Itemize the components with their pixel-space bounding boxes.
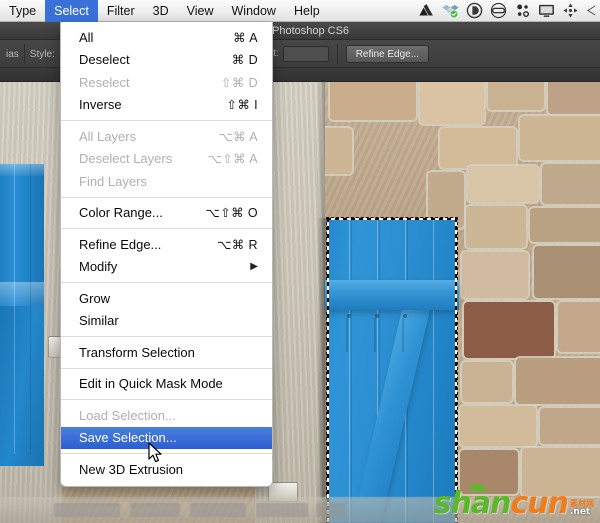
menu-shortcut: ⇧⌘ I <box>226 98 258 113</box>
watermark-cun: cun <box>510 486 569 521</box>
menu-row-color-range[interactable]: Color Range... ⌥⇧⌘ O <box>61 202 272 225</box>
menu-separator <box>61 336 272 337</box>
menu-item-filter[interactable]: Filter <box>98 0 144 22</box>
menu-label: Similar <box>79 313 119 329</box>
menu-label: Deselect <box>79 52 130 68</box>
menu-label: Refine Edge... <box>79 236 162 252</box>
menu-shortcut: ⌥⌘ A <box>218 129 258 144</box>
menu-shortcut: ⌥⇧⌘ O <box>205 206 258 221</box>
menu-row-all-layers: All Layers ⌥⌘ A <box>61 125 272 148</box>
menu-shortcut: ⇧⌘ D <box>220 75 258 90</box>
menu-label: Transform Selection <box>79 344 195 360</box>
dropbox-icon[interactable] <box>442 2 459 19</box>
options-separator <box>336 43 338 64</box>
menu-row-reselect: Reselect ⇧⌘ D <box>61 71 272 94</box>
height-input[interactable] <box>282 45 329 62</box>
shutter-diagonal-brace <box>344 310 430 523</box>
menu-item-view[interactable]: View <box>178 0 223 22</box>
menubar-spacer <box>329 0 418 21</box>
menu-label: Reselect <box>79 74 130 90</box>
mouse-cursor <box>148 442 162 463</box>
menu-shortcut: ⌘ A <box>233 30 258 45</box>
menu-item-type[interactable]: Type <box>0 0 45 22</box>
menu-row-deselect[interactable]: Deselect ⌘ D <box>61 49 272 72</box>
menu-row-transform-selection[interactable]: Transform Selection <box>61 341 272 364</box>
display-icon[interactable] <box>538 2 555 19</box>
menu-item-help[interactable]: Help <box>285 0 329 22</box>
left-shutter <box>0 164 44 466</box>
menu-label: Find Layers <box>79 173 147 189</box>
submenu-arrow-icon: ▶ <box>250 261 258 273</box>
menu-row-save-selection[interactable]: Save Selection... <box>61 426 272 449</box>
creative-cloud-icon[interactable] <box>490 2 507 19</box>
partial-icon[interactable] <box>586 2 597 19</box>
menu-item-select[interactable]: Select <box>45 0 98 22</box>
screenshot-root: shan cun 素材网 .net Photoshop CS6 ght: Ref… <box>0 0 600 523</box>
menu-separator <box>61 453 272 454</box>
menu-row-inverse[interactable]: Inverse ⇧⌘ I <box>61 94 272 117</box>
style-label: Style: <box>29 48 55 60</box>
watermark-shan: shan <box>433 486 512 521</box>
menu-label: Modify <box>79 259 118 275</box>
menu-label: Save Selection... <box>79 430 177 446</box>
options-bar-left-fragment[interactable]: ias Style: <box>0 40 62 68</box>
refine-edge-button[interactable]: Refine Edge... <box>345 44 430 63</box>
menu-separator <box>61 282 272 283</box>
menu-row-load-selection: Load Selection... <box>61 404 272 427</box>
menu-separator <box>61 367 272 369</box>
menu-label: Load Selection... <box>79 407 176 423</box>
select-dropdown-menu[interactable]: All ⌘ A Deselect ⌘ D Reselect ⇧⌘ D Inver… <box>60 22 273 487</box>
menu-row-deselect-layers: Deselect Layers ⌥⇧⌘ A <box>61 148 272 171</box>
menu-item-window[interactable]: Window <box>223 0 285 22</box>
antialias-label: ias <box>6 48 19 60</box>
menu-label: All <box>79 29 94 45</box>
menu-label: New 3D Extrusion <box>79 461 184 477</box>
photoshop-title: Photoshop CS6 <box>272 25 350 37</box>
menu-row-all[interactable]: All ⌘ A <box>61 26 272 49</box>
menu-shortcut: ⌥⌘ R <box>216 237 258 252</box>
menu-row-find-layers: Find Layers <box>61 170 272 193</box>
menu-label: Color Range... <box>79 205 163 221</box>
watermark-domain: .net <box>570 507 591 517</box>
move-arrows-icon[interactable] <box>562 2 579 19</box>
menu-separator <box>61 399 272 400</box>
menu-row-modify[interactable]: Modify ▶ <box>61 256 272 279</box>
watermark-suffix: 素材网 .net <box>570 500 594 517</box>
menu-separator <box>61 120 272 121</box>
left-separator <box>23 44 25 64</box>
dolby-icon[interactable] <box>466 2 483 19</box>
menu-label: Deselect Layers <box>79 151 173 167</box>
shutter-crossbar <box>325 280 459 310</box>
watermark: shan cun 素材网 .net <box>433 480 594 521</box>
bluetooth-dots-icon[interactable] <box>514 2 531 19</box>
menu-row-refine-edge[interactable]: Refine Edge... ⌥⌘ R <box>61 233 272 256</box>
menu-label: All Layers <box>79 128 137 144</box>
menu-bar[interactable]: Type Select Filter 3D View Window Help <box>0 0 600 22</box>
menubar-status-icons[interactable] <box>418 0 600 21</box>
menu-separator <box>61 196 272 198</box>
menu-separator <box>61 228 272 229</box>
menu-row-similar[interactable]: Similar <box>61 310 272 333</box>
selected-shutter[interactable] <box>325 217 459 523</box>
google-drive-icon[interactable] <box>418 2 435 19</box>
menu-shortcut: ⌘ D <box>231 53 258 68</box>
menu-row-quick-mask[interactable]: Edit in Quick Mask Mode <box>61 373 272 396</box>
shutter-shadow <box>317 218 327 523</box>
menu-item-3d[interactable]: 3D <box>144 0 178 22</box>
menu-shortcut: ⌥⇧⌘ A <box>207 152 258 167</box>
menu-label: Grow <box>79 290 111 306</box>
menu-row-grow[interactable]: Grow <box>61 287 272 310</box>
menu-label: Edit in Quick Mask Mode <box>79 376 223 392</box>
menu-row-new-3d-extrusion[interactable]: New 3D Extrusion <box>61 458 272 481</box>
menu-label: Inverse <box>79 97 122 113</box>
